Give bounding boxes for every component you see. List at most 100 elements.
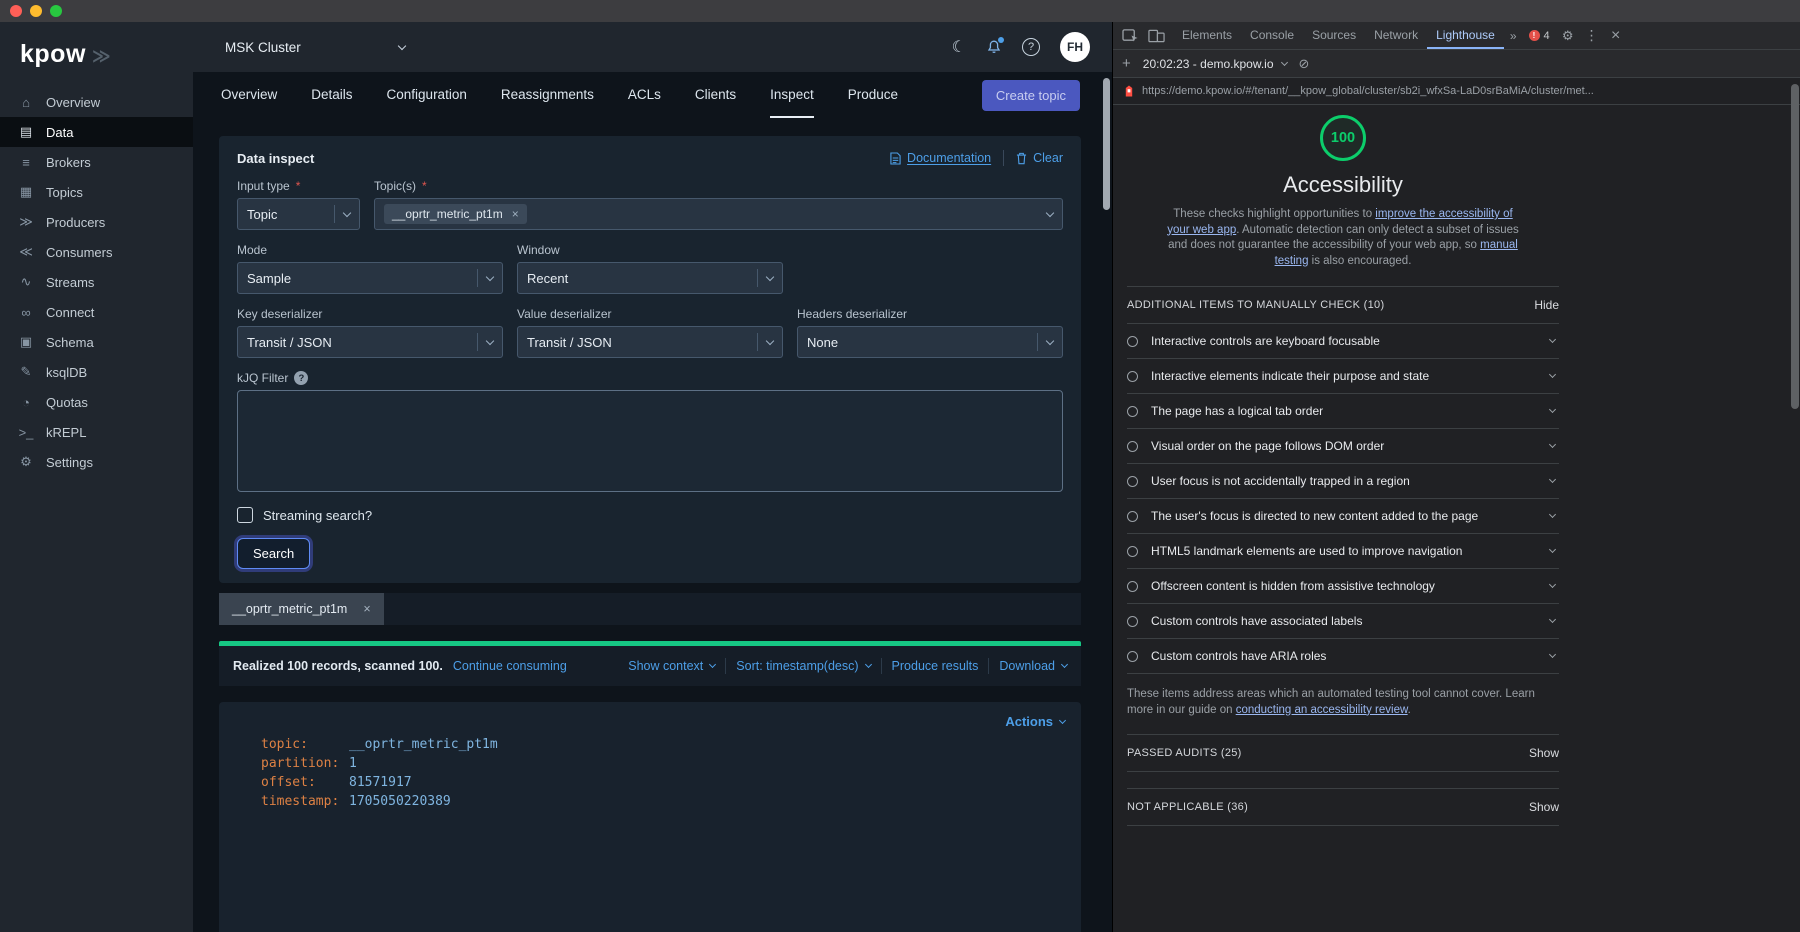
manual-check-item[interactable]: HTML5 landmark elements are used to impr…: [1127, 534, 1559, 569]
manual-check-item[interactable]: Interactive elements indicate their purp…: [1127, 359, 1559, 394]
record-key: offset:: [261, 775, 316, 790]
devtools-menu-kebab-icon[interactable]: ⋮: [1580, 27, 1604, 44]
sidebar-item-ksqldb[interactable]: ✎ ksqlDB: [0, 357, 193, 387]
home-icon: ⌂: [22, 94, 30, 110]
remove-tag-icon[interactable]: ×: [512, 207, 519, 221]
not-applicable-toggle[interactable]: Show: [1529, 800, 1559, 814]
kpow-logo[interactable]: kpow ≫: [0, 22, 193, 87]
accessibility-review-link[interactable]: conducting an accessibility review: [1236, 704, 1408, 716]
new-report-icon[interactable]: +: [1122, 55, 1131, 72]
kjq-filter-input[interactable]: [237, 390, 1063, 492]
devtools-tab-elements[interactable]: Elements: [1173, 22, 1241, 49]
tab-inspect[interactable]: Inspect: [770, 72, 814, 118]
manual-check-item[interactable]: Custom controls have associated labels: [1127, 604, 1559, 639]
input-type-select[interactable]: Topic: [237, 198, 360, 230]
headers-deserializer-select[interactable]: None: [797, 326, 1063, 358]
sidebar-item-data[interactable]: ▤ Data: [0, 117, 193, 147]
kpow-logo-text: kpow: [20, 40, 86, 68]
tab-produce[interactable]: Produce: [848, 72, 898, 118]
sidebar-item-quotas[interactable]: ◔ Quotas: [0, 387, 193, 417]
clear-reports-icon[interactable]: ⊘: [1299, 56, 1310, 72]
window-select[interactable]: Recent: [517, 262, 783, 294]
sidebar-item-producers[interactable]: ≫ Producers: [0, 207, 193, 237]
cluster-selector[interactable]: MSK Cluster: [225, 40, 407, 55]
page-scrollbar[interactable]: [1103, 78, 1110, 210]
devtools-close-icon[interactable]: ×: [1604, 27, 1628, 45]
streaming-search-label: Streaming search?: [263, 507, 373, 523]
continue-consuming-link[interactable]: Continue consuming: [453, 659, 567, 673]
report-selector[interactable]: 20:02:23 - demo.kpow.io: [1143, 57, 1288, 71]
manual-check-item[interactable]: The page has a logical tab order: [1127, 394, 1559, 429]
theme-toggle-icon[interactable]: ☾: [952, 37, 966, 57]
sidebar-item-brokers[interactable]: ≡ Brokers: [0, 147, 193, 177]
tab-reassignments[interactable]: Reassignments: [501, 72, 594, 118]
manual-check-item[interactable]: Interactive controls are keyboard focusa…: [1127, 324, 1559, 359]
sidebar-item-consumers[interactable]: ≪ Consumers: [0, 237, 193, 267]
devtools-tab-console[interactable]: Console: [1241, 22, 1303, 49]
devtools-scrollbar[interactable]: [1791, 84, 1799, 409]
search-button[interactable]: Search: [237, 538, 311, 569]
topics-select[interactable]: __oprtr_metric_pt1m ×: [374, 198, 1063, 230]
sidebar-item-connect[interactable]: ∞ Connect: [0, 297, 193, 327]
manual-check-item[interactable]: Offscreen content is hidden from assisti…: [1127, 569, 1559, 604]
devtools-settings-gear-icon[interactable]: ⚙: [1556, 28, 1580, 44]
value-deserializer-select[interactable]: Transit / JSON: [517, 326, 783, 358]
divider: [988, 658, 990, 674]
notifications-bell-icon[interactable]: [986, 37, 1004, 55]
tab-configuration[interactable]: Configuration: [387, 72, 467, 118]
streaming-search-checkbox[interactable]: [237, 507, 253, 523]
chevron-down-icon: [485, 272, 495, 281]
headers-deserializer-label: Headers deserializer: [797, 307, 908, 321]
more-tabs-icon[interactable]: »: [1504, 29, 1523, 43]
data-inspect-panel: Data inspect Documentation Clear Input t…: [219, 136, 1081, 583]
accessibility-score-gauge[interactable]: 100: [1320, 115, 1366, 161]
devtools-tab-lighthouse[interactable]: Lighthouse: [1427, 22, 1504, 49]
passed-audits-toggle[interactable]: Show: [1529, 746, 1559, 760]
actions-dropdown[interactable]: Actions: [1005, 714, 1067, 729]
help-icon[interactable]: ?: [294, 371, 309, 385]
sidebar-item-topics[interactable]: ▦ Topics: [0, 177, 193, 207]
sidebar-item-krepl[interactable]: >_ kREPL: [0, 417, 193, 447]
record-row: partition: 1: [261, 754, 1065, 773]
sidebar-item-schema[interactable]: ▣ Schema: [0, 327, 193, 357]
consume-status: Realized 100 records, scanned 100. Conti…: [219, 641, 1081, 686]
produce-results-link[interactable]: Produce results: [892, 659, 979, 673]
key-deserializer-select[interactable]: Transit / JSON: [237, 326, 503, 358]
sidebar-item-settings[interactable]: ⚙ Settings: [0, 447, 193, 477]
inspect-element-icon[interactable]: [1117, 22, 1143, 49]
zoom-window-button[interactable]: [50, 5, 62, 17]
topic-tag[interactable]: __oprtr_metric_pt1m ×: [384, 204, 527, 224]
tab-clients[interactable]: Clients: [695, 72, 736, 118]
tab-details[interactable]: Details: [311, 72, 352, 118]
help-icon[interactable]: ?: [1022, 38, 1040, 56]
close-tab-icon[interactable]: ×: [363, 602, 370, 616]
manual-check-item[interactable]: Visual order on the page follows DOM ord…: [1127, 429, 1559, 464]
minimize-window-button[interactable]: [30, 5, 42, 17]
report-url: https://demo.kpow.io/#/tenant/__kpow_glo…: [1142, 85, 1594, 97]
show-context-dropdown[interactable]: Show context: [628, 659, 717, 673]
circle-icon: [1127, 440, 1138, 452]
result-tab[interactable]: __oprtr_metric_pt1m ×: [219, 593, 384, 625]
avatar[interactable]: FH: [1060, 32, 1090, 62]
manual-checks-toggle[interactable]: Hide: [1534, 298, 1559, 312]
create-topic-button[interactable]: Create topic: [981, 79, 1080, 111]
clear-button[interactable]: Clear: [1016, 151, 1063, 165]
device-toolbar-icon[interactable]: [1143, 22, 1169, 49]
sidebar-item-overview[interactable]: ⌂ Overview: [0, 87, 193, 117]
manual-check-item[interactable]: User focus is not accidentally trapped i…: [1127, 464, 1559, 499]
download-dropdown[interactable]: Download: [999, 659, 1069, 673]
sidebar-item-label: Consumers: [46, 244, 113, 260]
manual-check-item[interactable]: Custom controls have ARIA roles: [1127, 639, 1559, 674]
mode-select[interactable]: Sample: [237, 262, 503, 294]
record-detail: topic: __oprtr_metric_pt1m partition: 1 of…: [235, 735, 1065, 811]
tab-acls[interactable]: ACLs: [628, 72, 661, 118]
tab-overview[interactable]: Overview: [221, 72, 277, 118]
issues-badge[interactable]: ! 4: [1523, 30, 1556, 42]
sort-dropdown[interactable]: Sort: timestamp(desc): [736, 659, 872, 673]
devtools-tab-network[interactable]: Network: [1365, 22, 1427, 49]
sidebar-item-streams[interactable]: ∿ Streams: [0, 267, 193, 297]
manual-check-item[interactable]: The user's focus is directed to new cont…: [1127, 499, 1559, 534]
documentation-link[interactable]: Documentation: [890, 151, 991, 165]
devtools-tab-sources[interactable]: Sources: [1303, 22, 1365, 49]
close-window-button[interactable]: [10, 5, 22, 17]
